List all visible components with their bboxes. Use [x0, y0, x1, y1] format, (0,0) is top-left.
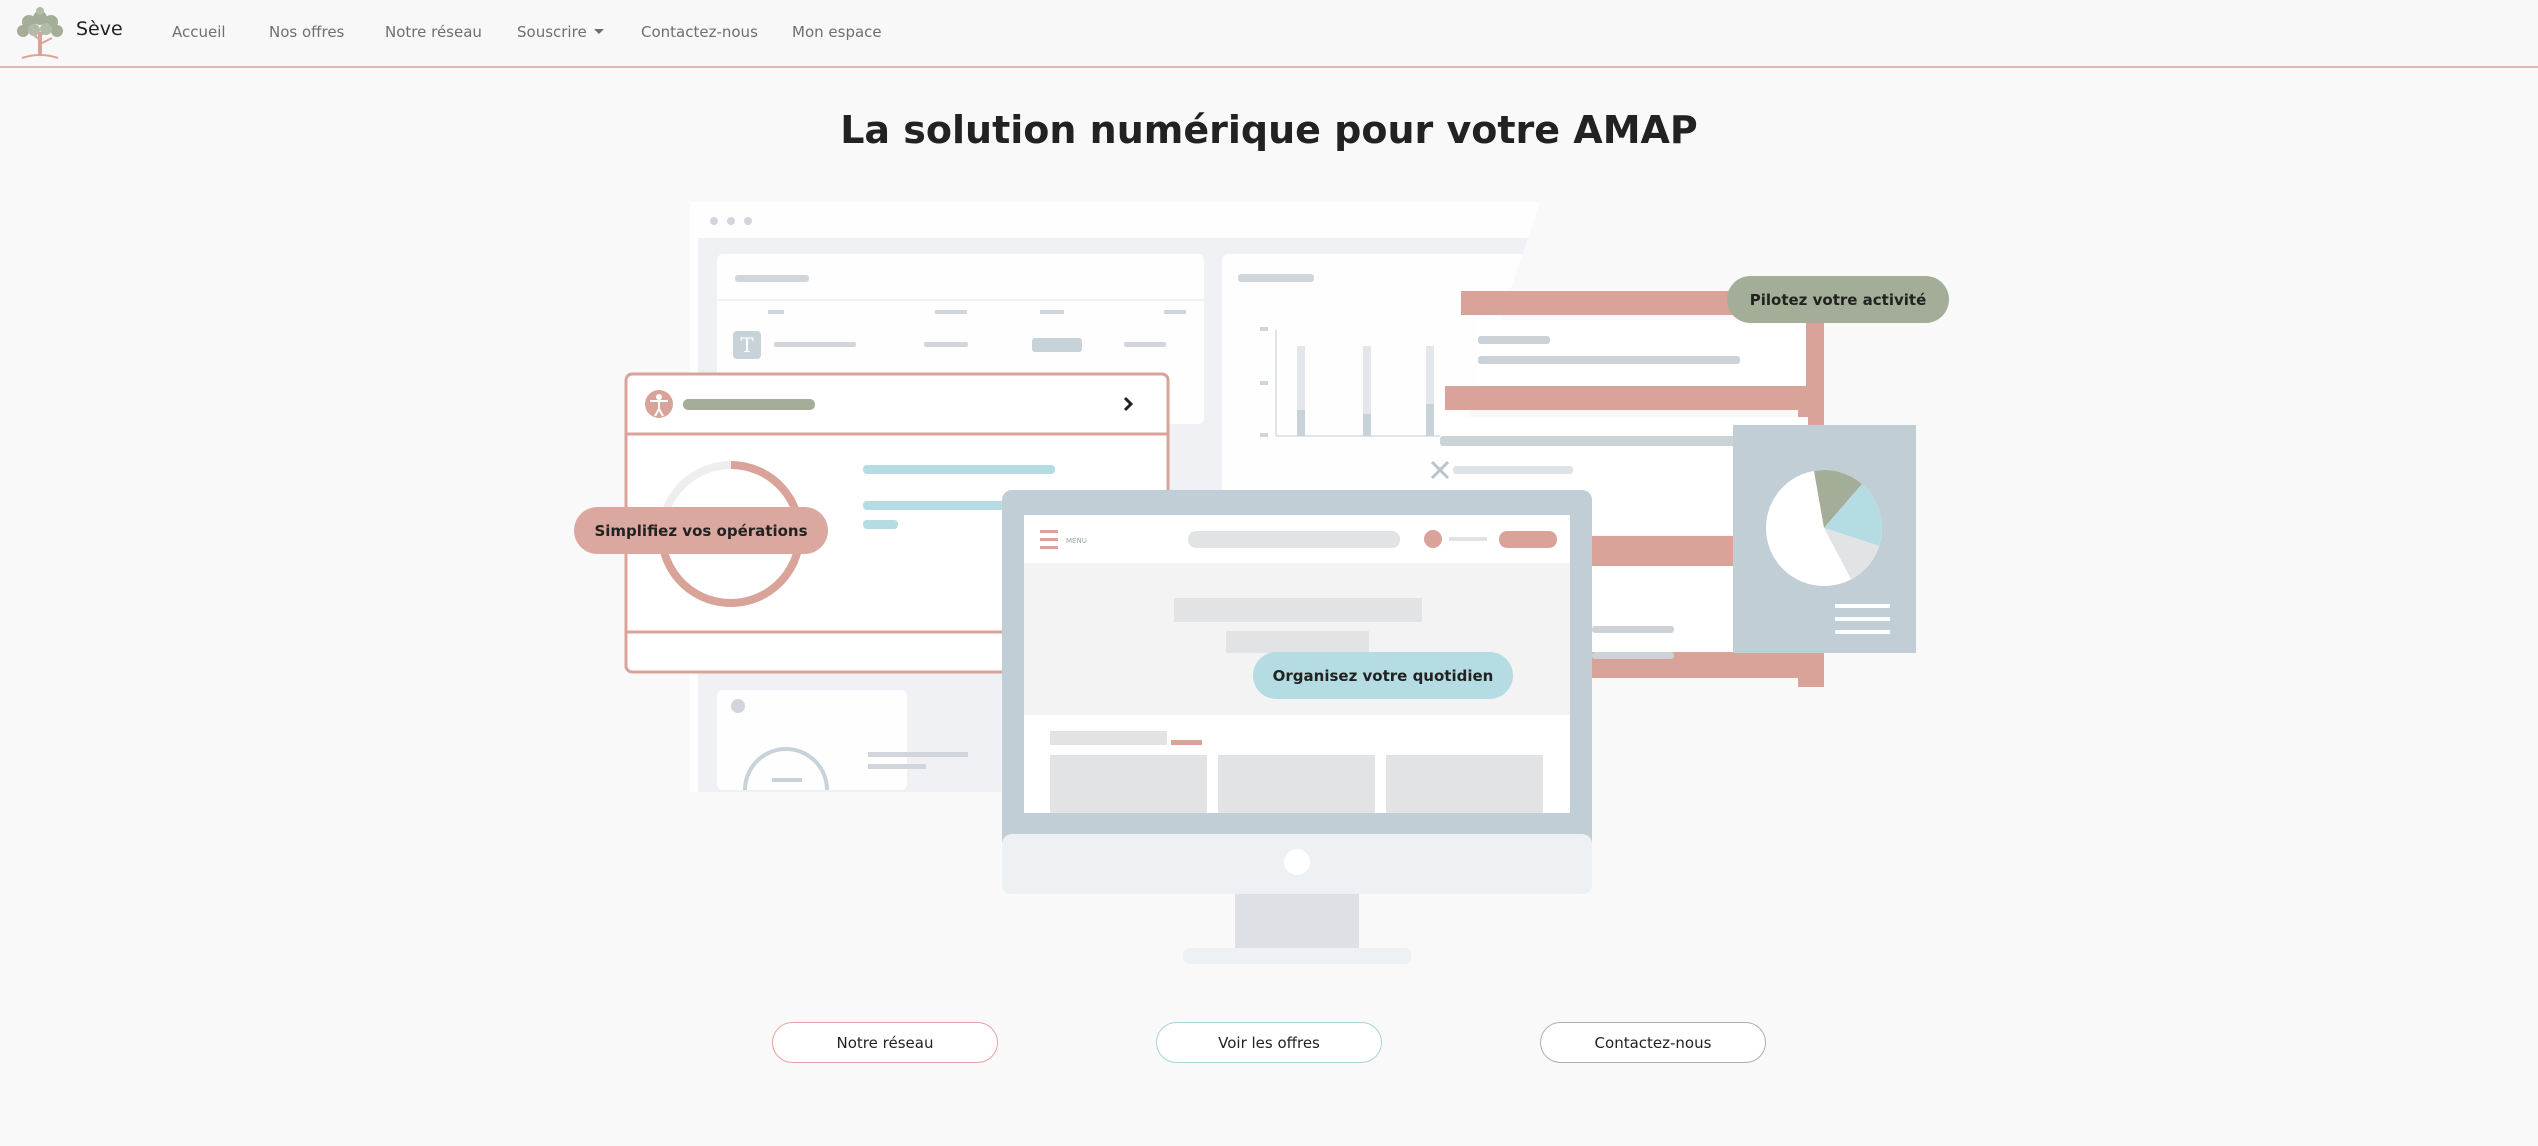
desktop-monitor: MENU: [1002, 490, 1592, 964]
nav-item-espace[interactable]: Mon espace: [792, 23, 882, 41]
brand[interactable]: Sève: [12, 6, 123, 60]
pie-chart-card: [1733, 425, 1916, 653]
nav-item-offres[interactable]: Nos offres: [269, 23, 344, 41]
nav-item-reseau[interactable]: Notre réseau: [385, 23, 482, 41]
tree-icon: [17, 7, 63, 59]
nav-item-souscrire-label: Souscrire: [517, 23, 587, 41]
nav-item-accueil[interactable]: Accueil: [172, 23, 226, 41]
svg-text:T: T: [740, 333, 754, 357]
nav-item-souscrire[interactable]: Souscrire: [517, 23, 604, 41]
caret-down-icon: [593, 29, 604, 34]
right-report-frame: [1430, 291, 1824, 687]
badge-simplify-operations: Simplifiez vos opérations: [574, 507, 828, 554]
top-navbar: Sève Accueil Nos offres Notre réseau Sou…: [0, 0, 2538, 68]
badge-manage-activity: Pilotez votre activité: [1727, 276, 1949, 323]
background-dashboard-window: T: [690, 202, 1540, 792]
monitor-menu-label: MENU: [1066, 537, 1087, 545]
view-offers-button[interactable]: Voir les offres: [1156, 1022, 1382, 1063]
network-button[interactable]: Notre réseau: [772, 1022, 998, 1063]
hero-illustration: T MENU: [624, 202, 1916, 964]
badge-organize-daily: Organisez votre quotidien: [1253, 652, 1513, 699]
contact-button[interactable]: Contactez-nous: [1540, 1022, 1766, 1063]
brand-name: Sève: [76, 18, 123, 40]
hero-title: La solution numérique pour votre AMAP: [840, 108, 1698, 152]
nav-item-contact[interactable]: Contactez-nous: [641, 23, 758, 41]
